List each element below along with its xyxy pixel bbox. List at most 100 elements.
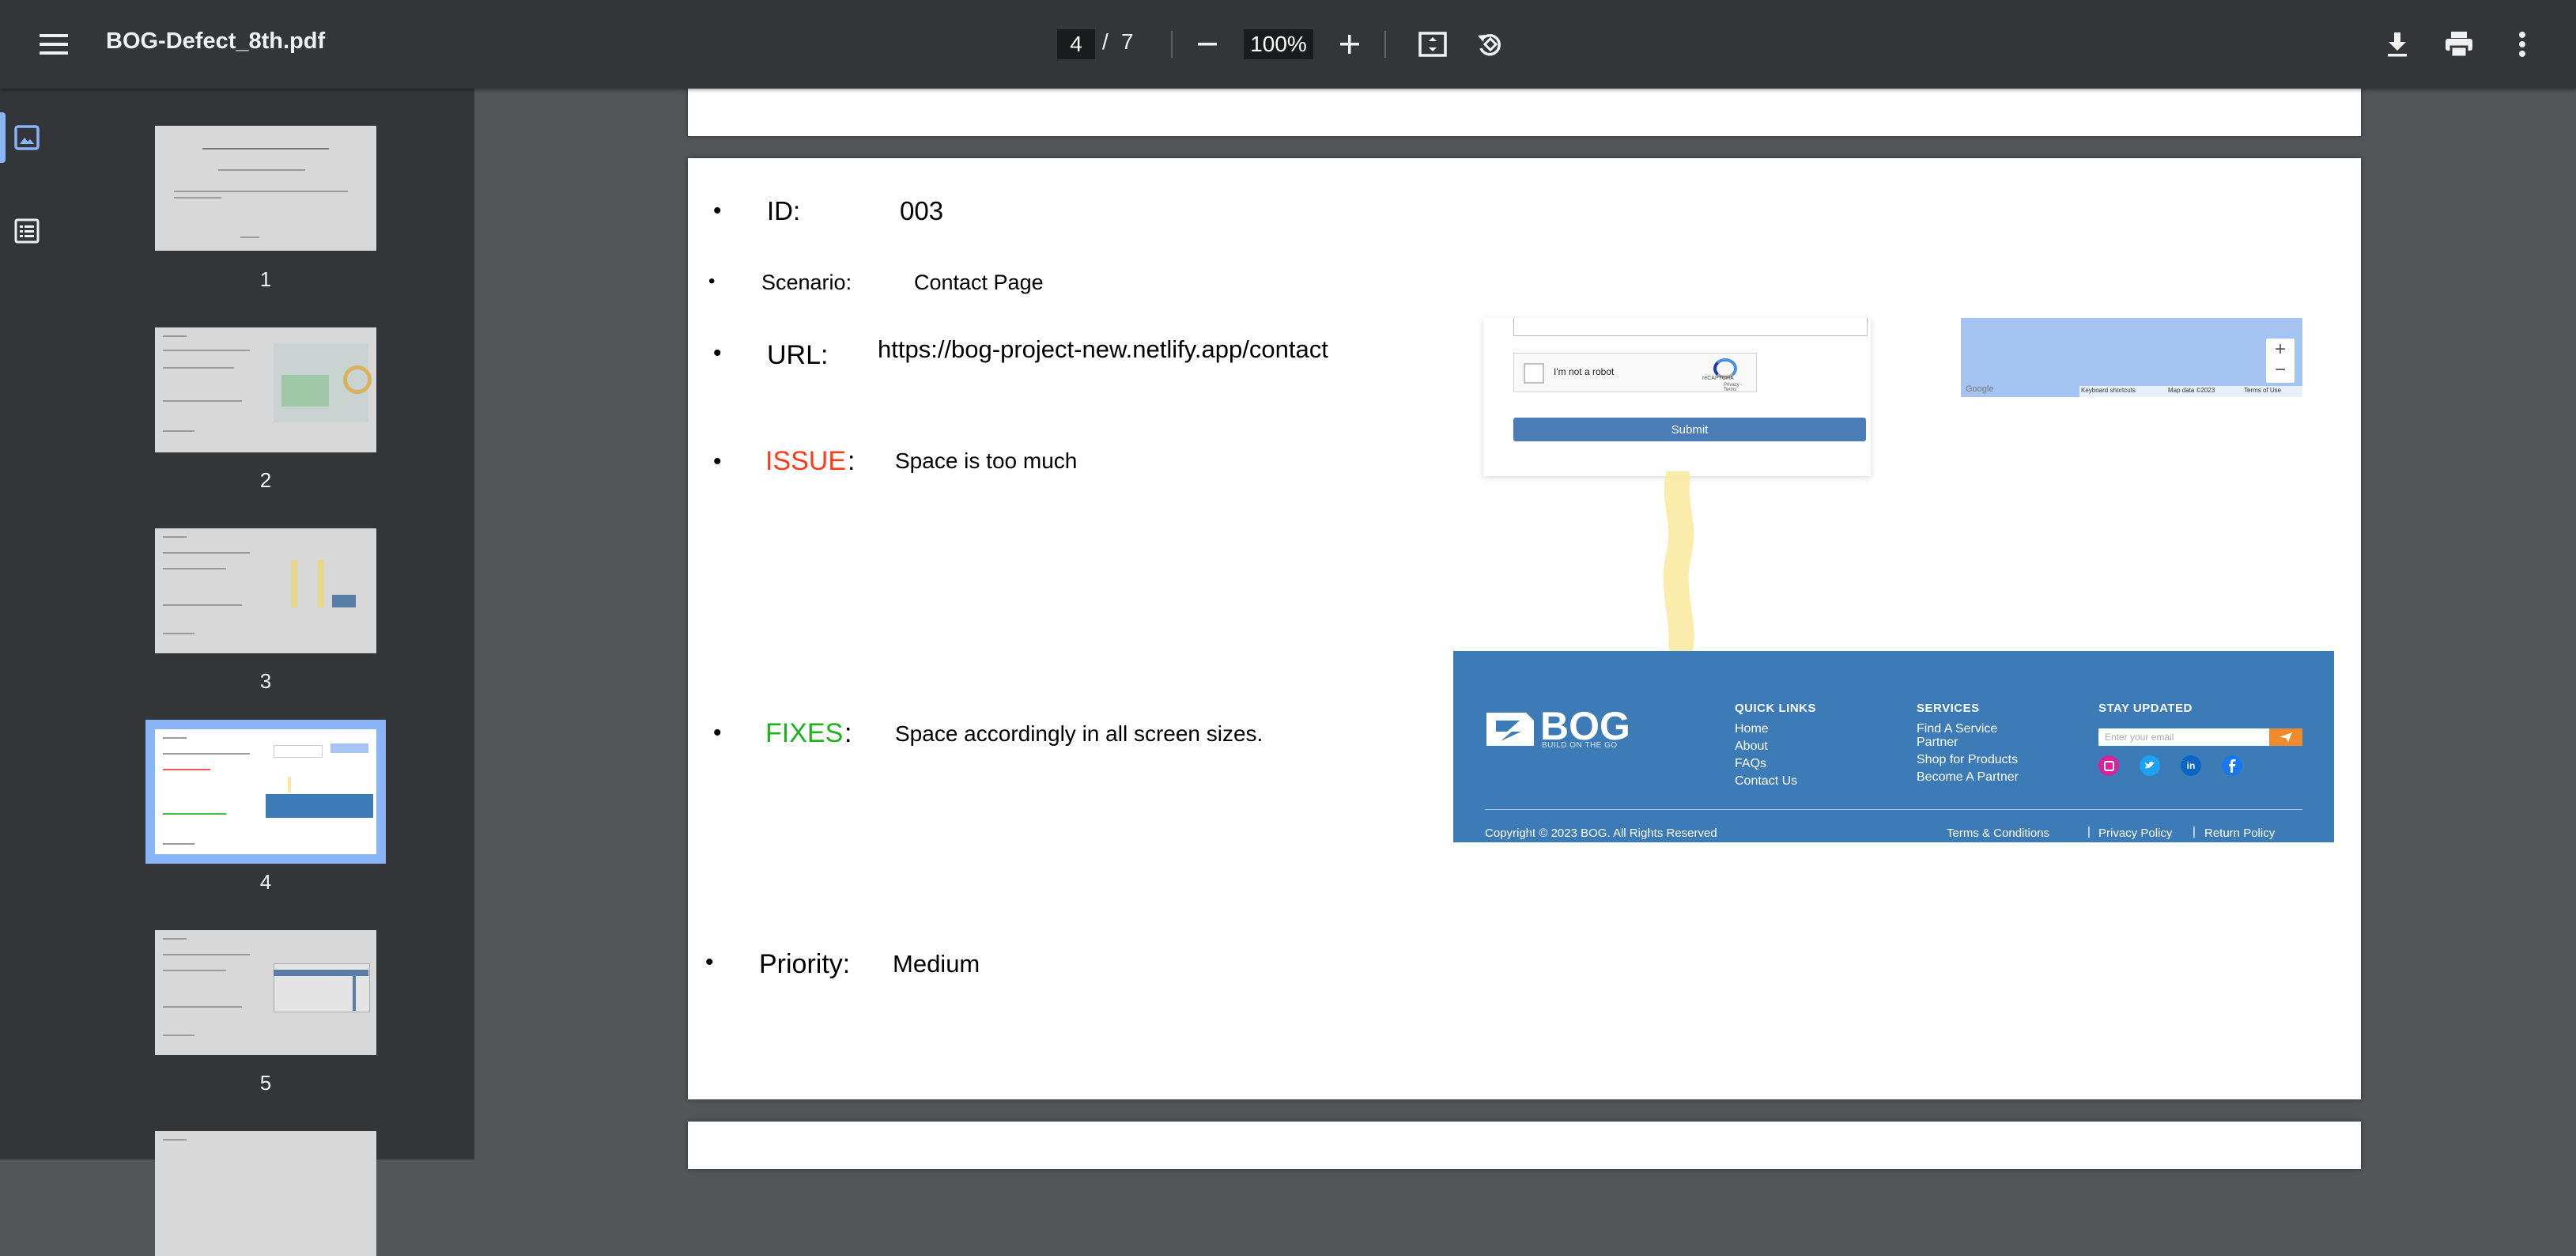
footer-email-input: Enter your email [2098,728,2269,746]
recaptcha-links: Privacy - Terms [1724,383,1743,392]
toolbar-divider [1171,31,1173,58]
document-title: BOG-Defect_8th.pdf [106,28,326,54]
footer-link: Contact Us [1735,774,1798,788]
recaptcha-brand: reCAPTCHA [1702,376,1734,381]
send-icon [2269,728,2302,746]
plus-icon [1340,35,1359,54]
priority-value: Medium [893,950,980,978]
stay-updated-heading: STAY UPDATED [2098,702,2193,715]
map-data: Map data ©2023 [2168,387,2215,394]
issue-label: ISSUE [765,446,847,476]
id-value: 003 [900,196,944,225]
fixes-value: Space accordingly in all screen sizes. [895,721,1263,746]
page-thumbnail-4[interactable] [145,720,386,864]
bog-logo-icon [1486,713,1534,746]
footer-link: Home [1735,722,1769,736]
footer-tagline: BUILD ON THE GO [1542,741,1618,750]
rotate-button[interactable] [1464,19,1515,70]
issue-value: Space is too much [895,448,1078,473]
footer-privacy: Privacy Policy [2098,827,2173,840]
page-thumbnail-6[interactable] [155,1131,376,1256]
footer-link: About [1735,740,1768,753]
page-thumbnail-2[interactable] [155,327,376,452]
tab-outline[interactable] [0,202,54,259]
quick-links-heading: QUICK LINKS [1735,702,1816,715]
id-label: ID: [767,196,801,225]
bullet: • [713,340,722,366]
footer-link: Shop for Products [1917,753,2019,766]
fixes-colon: : [844,718,852,748]
footer-link: Become A Partner [1917,770,2019,784]
map-zoom-in: + [2274,339,2286,360]
more-vert-icon [2519,32,2525,57]
page-total: 7 [1121,29,1134,54]
bullet: • [713,198,722,224]
contact-form-screenshot: I'm not a robot reCAPTCHA Privacy - Term… [1483,318,1871,476]
page-thumbnail-3[interactable] [155,528,376,653]
footer-pipe: | [2087,825,2091,838]
scenario-value: Contact Page [914,270,1044,294]
fixes-label: FIXES [765,718,844,748]
thumbnail-number: 2 [259,468,272,492]
page-thumbnail-5[interactable] [155,930,376,1055]
print-button[interactable] [2434,19,2484,70]
email-placeholder: Enter your email [2105,732,2174,743]
map-screenshot: + − Google Keyboard shortcuts Map data ©… [1961,318,2302,397]
priority-label: Priority: [759,949,851,979]
submit-button-image: Submit [1513,418,1866,441]
map-zoom-out: − [2274,359,2286,380]
bullet: • [705,949,714,975]
instagram-icon [2098,755,2119,776]
page-separator: / [1102,29,1109,54]
highlighter-annotation [1663,471,1694,653]
footer-screenshot: BOG BUILD ON THE GO QUICK LINKS Home Abo… [1453,651,2334,842]
more-options-button[interactable] [2497,19,2548,70]
scenario-label: Scenario: [761,270,852,294]
toolbar-divider [1384,31,1386,58]
map-terms: Terms of Use [2244,387,2282,394]
zoom-in-button[interactable] [1324,19,1375,70]
twitter-icon [2140,755,2160,776]
footer-returns: Return Policy [2204,827,2276,840]
print-icon [2446,32,2472,59]
url-value: https://bog-project-new.netlify.app/cont… [878,335,1328,363]
bullet: • [713,720,722,746]
map-shortcuts: Keyboard shortcuts [2081,387,2136,394]
page-4: • ID: 003 • Scenario: Contact Page • URL… [688,158,2361,1099]
page-number-input[interactable]: 4 [1057,29,1095,59]
thumbnail-number: 1 [259,267,272,291]
thumbnail-icon [14,125,40,150]
thumbnail-number: 4 [259,870,272,894]
bullet: • [713,448,722,475]
download-icon [2388,32,2407,57]
fit-page-button[interactable] [1407,19,1458,70]
outline-icon [14,218,40,244]
download-button[interactable] [2372,19,2423,70]
url-label: URL: [767,340,829,370]
sidebar-tabs [0,89,54,1160]
tab-thumbnails[interactable] [0,109,54,166]
footer-link: Partner [1917,736,1958,749]
thumbnail-number: 5 [259,1071,272,1095]
page-thumbnail-1[interactable] [155,126,376,251]
zoom-input[interactable]: 100% [1244,29,1313,59]
sidebar: 1 2 3 4 5 [0,89,474,1256]
services-heading: SERVICES [1917,702,1980,715]
footer-link: Find A Service [1917,722,1998,736]
linkedin-icon: in [2181,755,2201,776]
map-google-logo: Google [1966,384,1994,394]
footer-terms: Terms & Conditions [1947,827,2050,840]
recaptcha-label: I'm not a robot [1554,366,1615,377]
footer-divider [1485,809,2302,810]
footer-pipe: | [2193,825,2196,838]
minus-icon [1198,43,1217,46]
toolbar: BOG-Defect_8th.pdf 4 / 7 100% [0,0,2576,89]
fit-page-icon [1418,32,1447,57]
zoom-out-button[interactable] [1182,19,1233,70]
facebook-icon [2222,755,2242,776]
thumbnail-number: 3 [259,669,272,693]
rotate-icon [1478,33,1501,56]
copyright: Copyright © 2023 BOG. All Rights Reserve… [1485,827,1717,840]
issue-colon: : [848,446,856,476]
menu-icon[interactable] [28,19,79,70]
